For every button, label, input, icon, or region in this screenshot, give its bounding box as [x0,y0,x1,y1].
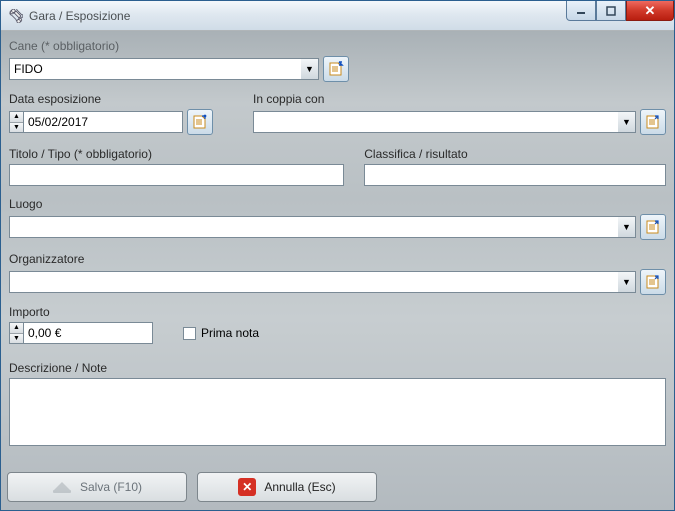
organizzatore-arrow[interactable]: ▼ [618,271,636,293]
descrizione-textarea[interactable] [9,378,666,446]
luogo-arrow[interactable]: ▼ [618,216,636,238]
dialog-window: Gara / Esposizione ✕ Cane (* obbligatori… [0,0,675,511]
cane-label: Cane (* obbligatorio) [9,39,666,53]
titolo-tipo-field[interactable] [9,164,344,186]
close-button[interactable]: ✕ [626,1,674,21]
save-icon [52,478,72,497]
descrizione-label: Descrizione / Note [9,361,666,375]
minimize-button[interactable] [566,1,596,21]
organizzatore-label: Organizzatore [9,252,666,266]
data-esposizione-label: Data esposizione [9,92,213,106]
titlebar[interactable]: Gara / Esposizione ✕ [1,1,674,31]
cane-history-button[interactable] [323,56,349,82]
data-esposizione-field[interactable] [23,111,183,133]
bone-icon [9,9,23,23]
cancel-button[interactable]: ✕ Annulla (Esc) [197,472,377,502]
importo-down-button[interactable]: ▼ [10,334,23,344]
date-down-button[interactable]: ▼ [10,123,23,133]
in-coppia-con-dropdown[interactable] [253,111,618,133]
form-body: Cane (* obbligatorio) ▼ Data esposizione [1,31,674,510]
titolo-tipo-label: Titolo / Tipo (* obbligatorio) [9,147,344,161]
data-esposizione-history-button[interactable] [187,109,213,135]
window-controls: ✕ [566,1,674,21]
save-button-label: Salva (F10) [80,480,142,494]
window-title: Gara / Esposizione [29,9,130,23]
importo-label: Importo [9,305,666,319]
importo-spinner[interactable]: ▲▼ [9,322,23,344]
importo-field[interactable] [23,322,153,344]
prima-nota-checkbox[interactable] [183,327,196,340]
date-up-button[interactable]: ▲ [10,112,23,123]
prima-nota-wrapper[interactable]: Prima nota [183,326,259,340]
prima-nota-label: Prima nota [201,326,259,340]
date-spinner[interactable]: ▲▼ [9,111,23,133]
save-button[interactable]: Salva (F10) [7,472,187,502]
luogo-label: Luogo [9,197,666,211]
classifica-label: Classifica / risultato [364,147,666,161]
organizzatore-dropdown[interactable] [9,271,618,293]
cancel-button-label: Annulla (Esc) [264,480,335,494]
cane-dropdown[interactable] [9,58,301,80]
cancel-icon: ✕ [238,478,256,496]
in-coppia-con-label: In coppia con [253,92,666,106]
in-coppia-con-arrow[interactable]: ▼ [618,111,636,133]
organizzatore-history-button[interactable] [640,269,666,295]
in-coppia-con-history-button[interactable] [640,109,666,135]
luogo-history-button[interactable] [640,214,666,240]
cane-dropdown-arrow[interactable]: ▼ [301,58,319,80]
classifica-field[interactable] [364,164,666,186]
importo-up-button[interactable]: ▲ [10,323,23,334]
luogo-dropdown[interactable] [9,216,618,238]
footer: Salva (F10) ✕ Annulla (Esc) [7,464,668,504]
maximize-button[interactable] [596,1,626,21]
